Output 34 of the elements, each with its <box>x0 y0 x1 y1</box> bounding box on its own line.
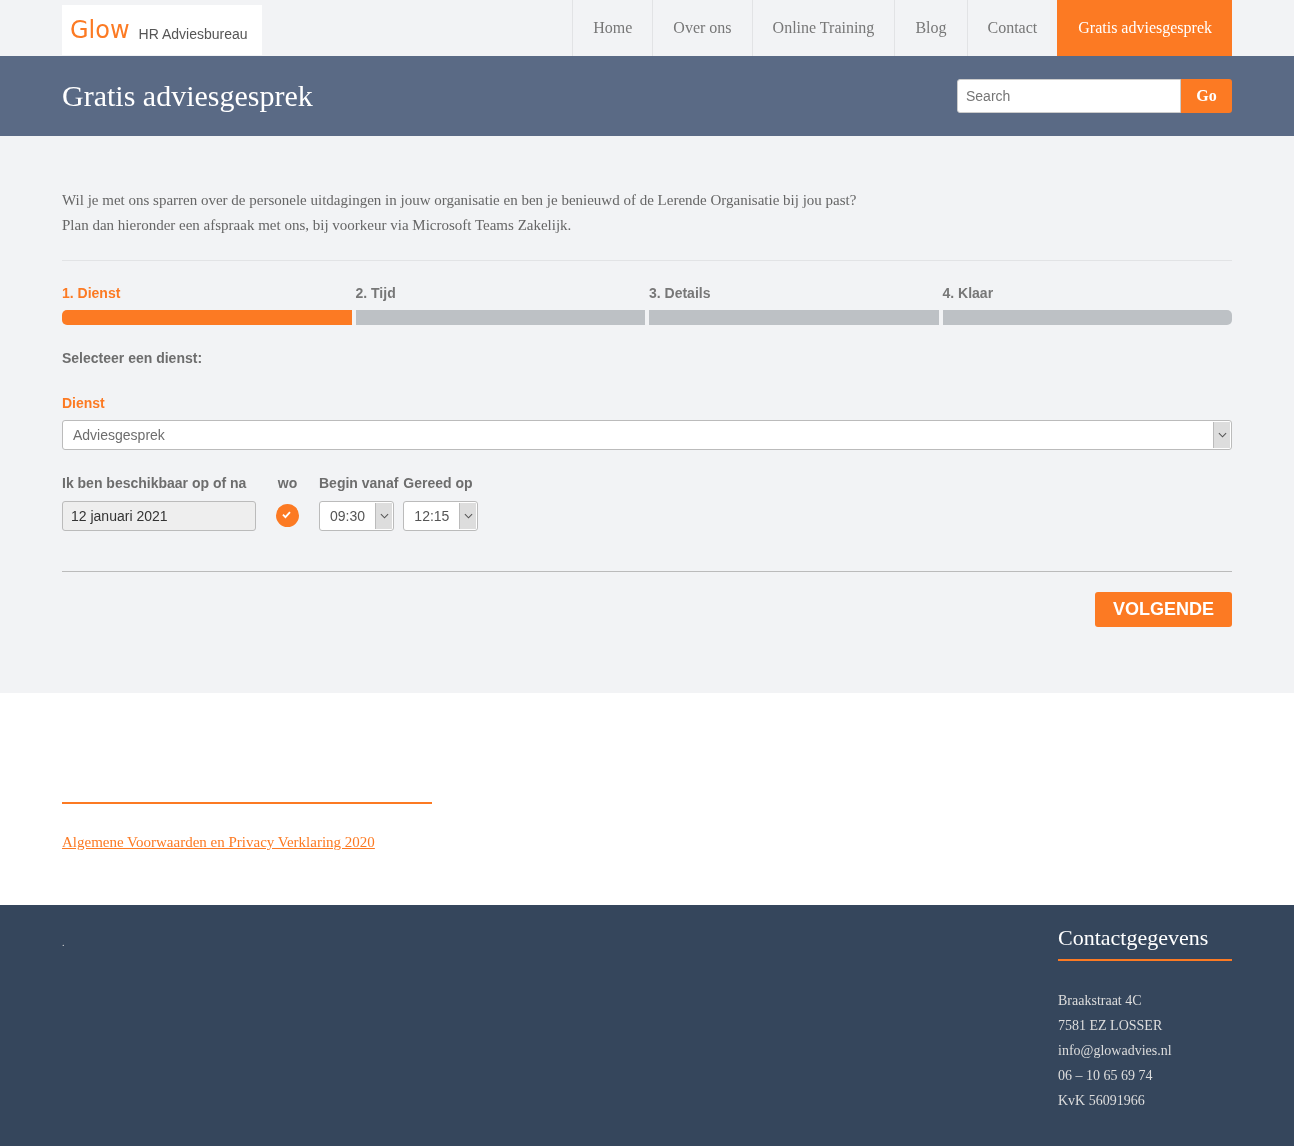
step-label: 3. Details <box>649 285 712 301</box>
step-label: 2. Tijd <box>355 285 397 301</box>
footer-note: . <box>62 937 65 948</box>
step-label: 1. Dienst <box>62 285 122 301</box>
date-field[interactable]: 12 januari 2021 <box>62 501 256 531</box>
field-label: Gereed op <box>403 475 473 491</box>
page-title: Gratis adviesgesprek <box>62 79 313 113</box>
caret-icon <box>375 503 392 529</box>
caret-icon <box>459 503 477 529</box>
section-heading: Selecteer een dienst: <box>62 350 203 366</box>
contact-line: KvK 56091966 <box>1058 1092 1146 1110</box>
caret-icon <box>1213 422 1230 448</box>
search-field[interactable]: Search <box>957 79 1181 113</box>
day-label: wo <box>277 475 298 491</box>
contact-line: Braakstraat 4C <box>1058 992 1143 1010</box>
intro-text: Wil je met ons sparren over de personele uitdagingen in jouw organisatie en ben je benieuwd of de Lerende Organisatie bij jou past? <box>62 191 858 210</box>
field-label: Ik ben beschikbaar op of na <box>62 475 247 491</box>
nav-link[interactable]: Gratis adviesgesprek <box>1057 0 1232 56</box>
field-label: Dienst <box>62 395 105 411</box>
contact-line: 06 – 10 65 69 74 <box>1058 1067 1154 1085</box>
day-checkbox[interactable] <box>276 504 299 527</box>
footer-heading: Contactgegevens <box>1058 925 1232 961</box>
terms-link[interactable]: Algemene Voorwaarden en Privacy Verklaring 2020 <box>62 834 375 850</box>
go-button[interactable]: Go <box>1181 79 1232 113</box>
time-select[interactable]: 12:15 <box>403 501 479 531</box>
logo[interactable]: Glow HR Adviesbureau <box>62 5 262 55</box>
contact-line: 7581 EZ LOSSER <box>1058 1017 1164 1035</box>
contact-line: info@glowadvies.nl <box>1058 1042 1173 1060</box>
step-label: 4. Klaar <box>942 285 995 301</box>
service-select[interactable]: Adviesgesprek <box>62 420 1232 450</box>
intro-text: Plan dan hieronder een afspraak met ons, bij voorkeur via Microsoft Teams Zakelijk. <box>62 216 573 235</box>
field-label: Begin vanaf <box>319 475 399 491</box>
time-select[interactable]: 09:30 <box>319 501 394 531</box>
next-button[interactable]: VOLGENDE <box>1095 592 1232 627</box>
